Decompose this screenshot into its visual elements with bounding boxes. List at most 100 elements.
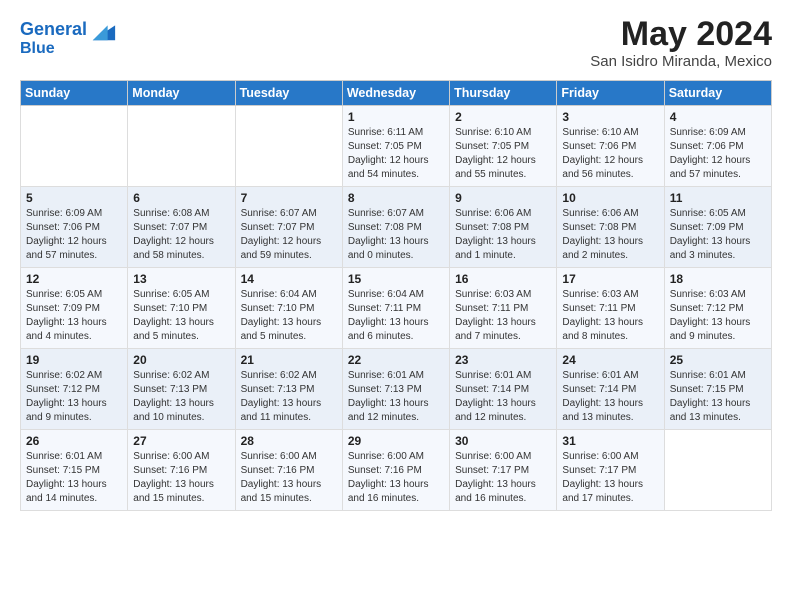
calendar-cell: 31 Sunrise: 6:00 AM Sunset: 7:17 PM Dayli… [557,430,664,511]
day-number: 12 [26,272,122,286]
day-number: 24 [562,353,658,367]
weekday-header-monday: Monday [128,81,235,106]
calendar-cell: 22 Sunrise: 6:01 AM Sunset: 7:13 PM Dayli… [342,349,449,430]
day-number: 6 [133,191,229,205]
day-number: 8 [348,191,444,205]
day-number: 2 [455,110,551,124]
calendar-cell: 27 Sunrise: 6:00 AM Sunset: 7:16 PM Dayli… [128,430,235,511]
weekday-header-thursday: Thursday [450,81,557,106]
day-number: 31 [562,434,658,448]
day-number: 10 [562,191,658,205]
calendar-cell: 2 Sunrise: 6:10 AM Sunset: 7:05 PM Daylig… [450,106,557,187]
day-info: Sunrise: 6:03 AM Sunset: 7:11 PM Dayligh… [562,288,658,344]
calendar-cell: 14 Sunrise: 6:04 AM Sunset: 7:10 PM Dayli… [235,268,342,349]
calendar-cell [128,106,235,187]
calendar-cell: 20 Sunrise: 6:02 AM Sunset: 7:13 PM Dayli… [128,349,235,430]
calendar-cell: 28 Sunrise: 6:00 AM Sunset: 7:16 PM Dayli… [235,430,342,511]
day-number: 21 [241,353,337,367]
day-number: 20 [133,353,229,367]
day-number: 15 [348,272,444,286]
day-info: Sunrise: 6:07 AM Sunset: 7:08 PM Dayligh… [348,207,444,263]
calendar-table: SundayMondayTuesdayWednesdayThursdayFrid… [20,80,772,511]
weekday-header-tuesday: Tuesday [235,81,342,106]
calendar-cell: 10Sunrise: 6:06 AM Sunset: 7:08 PM Dayli… [557,187,664,268]
calendar-cell: 18Sunrise: 6:03 AM Sunset: 7:12 PM Dayli… [664,268,771,349]
day-number: 5 [26,191,122,205]
day-number: 18 [670,272,766,286]
day-info: Sunrise: 6:00 AM Sunset: 7:16 PM Dayligh… [241,450,337,506]
day-info: Sunrise: 6:10 AM Sunset: 7:06 PM Dayligh… [562,126,658,182]
day-info: Sunrise: 6:02 AM Sunset: 7:13 PM Dayligh… [241,369,337,425]
day-number: 11 [670,191,766,205]
day-number: 30 [455,434,551,448]
logo-icon [89,16,117,44]
day-info: Sunrise: 6:09 AM Sunset: 7:06 PM Dayligh… [26,207,122,263]
calendar-cell: 9 Sunrise: 6:06 AM Sunset: 7:08 PM Daylig… [450,187,557,268]
day-info: Sunrise: 6:05 AM Sunset: 7:09 PM Dayligh… [26,288,122,344]
weekday-header-friday: Friday [557,81,664,106]
calendar-cell: 3 Sunrise: 6:10 AM Sunset: 7:06 PM Daylig… [557,106,664,187]
title-block: May 2024 San Isidro Miranda, Mexico [590,16,772,70]
calendar-cell: 13Sunrise: 6:05 AM Sunset: 7:10 PM Dayli… [128,268,235,349]
day-number: 3 [562,110,658,124]
day-number: 16 [455,272,551,286]
calendar-cell: 12 Sunrise: 6:05 AM Sunset: 7:09 PM Dayli… [21,268,128,349]
day-info: Sunrise: 6:06 AM Sunset: 7:08 PM Dayligh… [455,207,551,263]
day-info: Sunrise: 6:05 AM Sunset: 7:09 PM Dayligh… [670,207,766,263]
day-info: Sunrise: 6:00 AM Sunset: 7:16 PM Dayligh… [133,450,229,506]
day-number: 9 [455,191,551,205]
day-info: Sunrise: 6:01 AM Sunset: 7:13 PM Dayligh… [348,369,444,425]
day-info: Sunrise: 6:08 AM Sunset: 7:07 PM Dayligh… [133,207,229,263]
day-info: Sunrise: 6:10 AM Sunset: 7:05 PM Dayligh… [455,126,551,182]
calendar-subtitle: San Isidro Miranda, Mexico [590,53,772,70]
calendar-page: General Blue May 2024 San Isidro Miranda… [0,0,792,527]
calendar-cell: 26Sunrise: 6:01 AM Sunset: 7:15 PM Dayli… [21,430,128,511]
calendar-cell: 21 Sunrise: 6:02 AM Sunset: 7:13 PM Dayli… [235,349,342,430]
day-number: 29 [348,434,444,448]
calendar-week-row: 12 Sunrise: 6:05 AM Sunset: 7:09 PM Dayli… [21,268,772,349]
weekday-header-row: SundayMondayTuesdayWednesdayThursdayFrid… [21,81,772,106]
calendar-cell: 24 Sunrise: 6:01 AM Sunset: 7:14 PM Dayli… [557,349,664,430]
day-info: Sunrise: 6:03 AM Sunset: 7:11 PM Dayligh… [455,288,551,344]
calendar-cell: 4 Sunrise: 6:09 AM Sunset: 7:06 PM Daylig… [664,106,771,187]
day-info: Sunrise: 6:04 AM Sunset: 7:10 PM Dayligh… [241,288,337,344]
day-number: 4 [670,110,766,124]
header: General Blue May 2024 San Isidro Miranda… [20,16,772,70]
day-info: Sunrise: 6:01 AM Sunset: 7:15 PM Dayligh… [670,369,766,425]
day-info: Sunrise: 6:01 AM Sunset: 7:14 PM Dayligh… [562,369,658,425]
weekday-header-saturday: Saturday [664,81,771,106]
day-info: Sunrise: 6:04 AM Sunset: 7:11 PM Dayligh… [348,288,444,344]
calendar-cell: 7Sunrise: 6:07 AM Sunset: 7:07 PM Daylig… [235,187,342,268]
day-number: 23 [455,353,551,367]
calendar-week-row: 1 Sunrise: 6:11 AM Sunset: 7:05 PM Daylig… [21,106,772,187]
day-info: Sunrise: 6:00 AM Sunset: 7:16 PM Dayligh… [348,450,444,506]
weekday-header-wednesday: Wednesday [342,81,449,106]
day-info: Sunrise: 6:00 AM Sunset: 7:17 PM Dayligh… [562,450,658,506]
logo: General Blue [20,16,117,58]
calendar-cell: 30Sunrise: 6:00 AM Sunset: 7:17 PM Dayli… [450,430,557,511]
calendar-cell: 5 Sunrise: 6:09 AM Sunset: 7:06 PM Daylig… [21,187,128,268]
calendar-cell: 16 Sunrise: 6:03 AM Sunset: 7:11 PM Dayli… [450,268,557,349]
calendar-cell: 17 Sunrise: 6:03 AM Sunset: 7:11 PM Dayli… [557,268,664,349]
calendar-cell: 1 Sunrise: 6:11 AM Sunset: 7:05 PM Daylig… [342,106,449,187]
day-number: 27 [133,434,229,448]
day-number: 28 [241,434,337,448]
day-number: 22 [348,353,444,367]
calendar-cell [235,106,342,187]
day-info: Sunrise: 6:02 AM Sunset: 7:13 PM Dayligh… [133,369,229,425]
day-info: Sunrise: 6:09 AM Sunset: 7:06 PM Dayligh… [670,126,766,182]
day-number: 19 [26,353,122,367]
day-info: Sunrise: 6:01 AM Sunset: 7:14 PM Dayligh… [455,369,551,425]
calendar-cell [21,106,128,187]
day-info: Sunrise: 6:05 AM Sunset: 7:10 PM Dayligh… [133,288,229,344]
calendar-title: May 2024 [590,16,772,53]
calendar-cell: 25Sunrise: 6:01 AM Sunset: 7:15 PM Dayli… [664,349,771,430]
calendar-cell: 15 Sunrise: 6:04 AM Sunset: 7:11 PM Dayli… [342,268,449,349]
day-info: Sunrise: 6:11 AM Sunset: 7:05 PM Dayligh… [348,126,444,182]
day-number: 17 [562,272,658,286]
day-number: 1 [348,110,444,124]
day-info: Sunrise: 6:02 AM Sunset: 7:12 PM Dayligh… [26,369,122,425]
day-number: 14 [241,272,337,286]
weekday-header-sunday: Sunday [21,81,128,106]
calendar-cell: 23 Sunrise: 6:01 AM Sunset: 7:14 PM Dayli… [450,349,557,430]
